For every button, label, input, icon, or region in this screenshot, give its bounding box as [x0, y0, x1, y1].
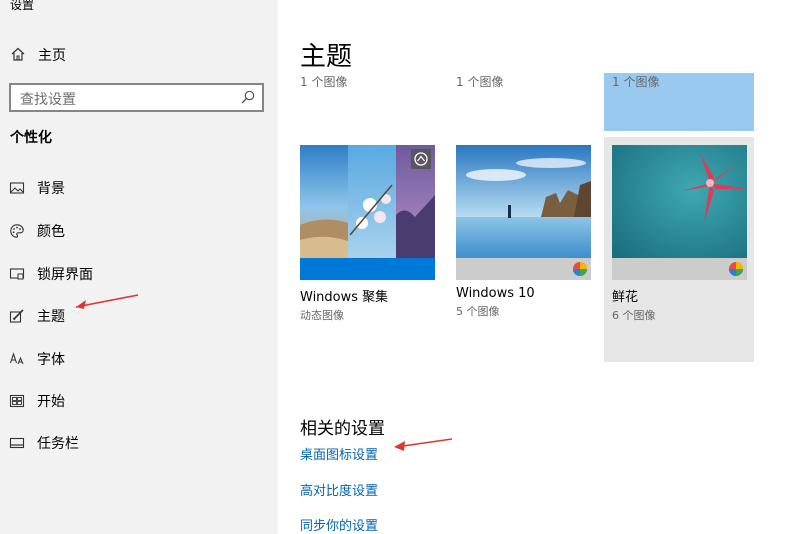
- taskbar-icon: [9, 437, 25, 449]
- dynamic-theme-badge-icon: [411, 149, 431, 169]
- top-theme-2-sub: 1 个图像: [456, 75, 504, 89]
- high-contrast-settings-link[interactable]: 高对比度设置: [300, 480, 378, 499]
- sidebar-item-label: 颜色: [37, 224, 65, 240]
- sidebar-item-fonts[interactable]: 字体: [0, 339, 278, 379]
- home-link[interactable]: 主页: [10, 44, 66, 64]
- theme-thumbnail: [612, 145, 747, 280]
- palette-icon: [10, 224, 24, 238]
- font-icon: [9, 352, 24, 365]
- color-theme-badge-icon: [729, 262, 743, 276]
- home-icon: [11, 47, 25, 61]
- top-theme-3-tile[interactable]: 1 个图像: [604, 73, 754, 131]
- related-settings-heading: 相关的设置: [300, 419, 385, 439]
- paintbrush-icon: [9, 309, 24, 323]
- color-theme-badge-icon: [573, 262, 587, 276]
- sync-settings-link[interactable]: 同步你的设置: [300, 515, 378, 534]
- window-title: 设置: [10, 0, 35, 12]
- top-theme-3-sub: 1 个图像: [612, 75, 660, 89]
- sidebar-item-label: 字体: [37, 352, 65, 368]
- theme-sub: 5 个图像: [456, 305, 500, 318]
- sidebar-item-themes[interactable]: 主题: [0, 296, 278, 336]
- sidebar-item-label: 任务栏: [37, 436, 79, 452]
- search-placeholder: 查找设置: [20, 92, 76, 108]
- sidebar-item-label: 主题: [37, 309, 65, 325]
- sidebar-item-label: 开始: [37, 394, 65, 410]
- theme-name: 鲜花: [612, 290, 639, 305]
- sidebar: 设置 主页 查找设置 个性化 背景 颜色 锁屏界面 主题 字体 开始 任务栏: [0, 0, 278, 534]
- theme-card-windows-spotlight[interactable]: Windows 聚集 动态图像: [300, 145, 435, 323]
- theme-sub: 动态图像: [300, 309, 344, 322]
- theme-name: Windows 10: [456, 286, 535, 301]
- search-input[interactable]: 查找设置: [9, 83, 264, 112]
- theme-card-flowers[interactable]: 鲜花 6 个图像: [612, 145, 747, 323]
- theme-thumbnail: [456, 145, 591, 280]
- theme-sub: 6 个图像: [612, 309, 656, 322]
- page-title: 主题: [300, 42, 353, 72]
- sidebar-item-taskbar[interactable]: 任务栏: [0, 423, 278, 463]
- top-theme-1-sub: 1 个图像: [300, 75, 348, 89]
- main-content: 主题 1 个图像 1 个图像 1 个图像 Windows 聚集 动态图像 Win…: [278, 0, 799, 534]
- sidebar-item-label: 背景: [37, 181, 65, 197]
- sidebar-item-background[interactable]: 背景: [0, 168, 278, 208]
- search-icon[interactable]: [240, 89, 256, 105]
- desktop-icon-settings-link[interactable]: 桌面图标设置: [300, 444, 378, 463]
- sidebar-item-colors[interactable]: 颜色: [0, 211, 278, 251]
- home-label: 主页: [38, 48, 66, 64]
- start-icon: [9, 394, 25, 408]
- sidebar-item-start[interactable]: 开始: [0, 381, 278, 421]
- theme-card-windows-10[interactable]: Windows 10 5 个图像: [456, 145, 591, 319]
- sidebar-item-label: 锁屏界面: [37, 267, 93, 283]
- theme-thumbnail: [300, 145, 435, 280]
- section-title-personalization: 个性化: [10, 130, 52, 146]
- lock-screen-icon: [9, 268, 25, 280]
- theme-name: Windows 聚集: [300, 290, 389, 305]
- sidebar-item-lock-screen[interactable]: 锁屏界面: [0, 254, 278, 294]
- image-icon: [9, 182, 25, 194]
